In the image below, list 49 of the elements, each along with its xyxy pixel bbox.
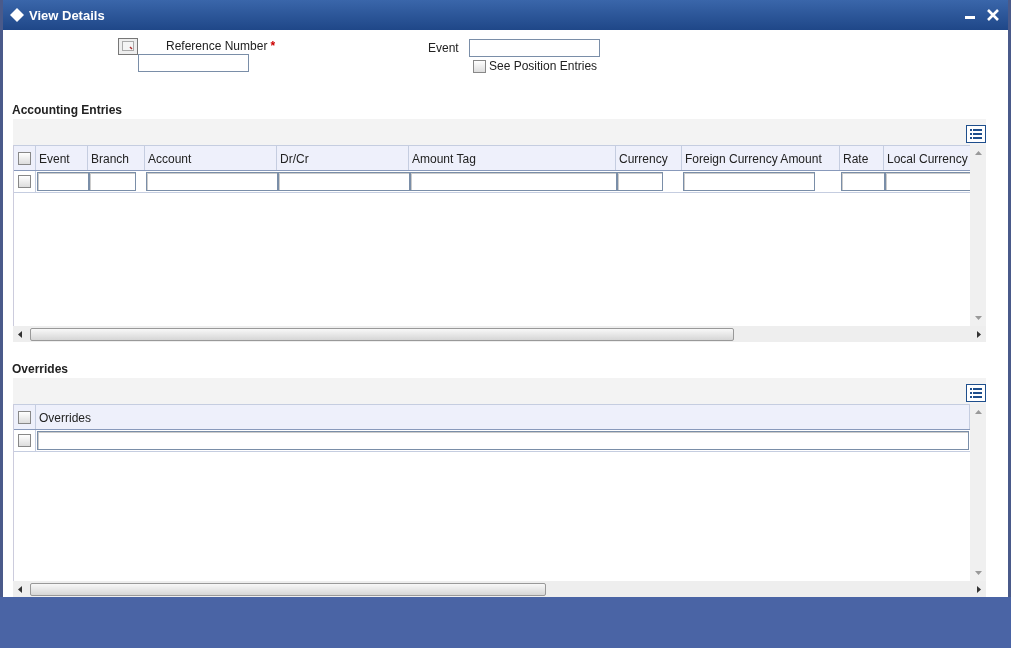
cell-input[interactable] (37, 172, 89, 191)
scroll-left-icon[interactable] (18, 330, 22, 338)
cell-input[interactable] (146, 172, 278, 191)
column-header[interactable]: Account (145, 146, 277, 170)
cell-input[interactable] (885, 172, 970, 191)
reference-number-field[interactable] (138, 54, 249, 72)
row-checkbox[interactable] (18, 175, 31, 188)
column-header[interactable]: Dr/Cr (277, 146, 409, 170)
list-view-icon[interactable] (966, 384, 986, 402)
checkbox[interactable] (473, 59, 486, 73)
horizontal-scrollbar[interactable] (13, 326, 986, 342)
cell-input[interactable] (278, 172, 410, 191)
cell-input[interactable] (617, 172, 663, 191)
cell-input[interactable] (89, 172, 136, 191)
scroll-down-icon[interactable] (974, 316, 982, 320)
row-checkbox[interactable] (18, 434, 31, 447)
section-title: Accounting Entries (12, 103, 123, 117)
cell-input[interactable] (683, 172, 815, 191)
column-header[interactable]: Branch (88, 146, 145, 170)
scroll-down-icon[interactable] (974, 571, 982, 575)
cell-input[interactable] (410, 172, 617, 191)
select-all-checkbox[interactable] (18, 410, 31, 424)
close-icon[interactable] (986, 8, 1000, 22)
scroll-up-icon[interactable] (974, 151, 982, 155)
event-field[interactable] (468, 39, 600, 57)
cell-input[interactable] (37, 431, 969, 450)
column-header[interactable]: Currency (616, 146, 682, 170)
vertical-scrollbar[interactable] (970, 145, 986, 326)
select-all-checkbox[interactable] (18, 151, 31, 165)
window-title: View Details (29, 7, 105, 23)
section-title: Overrides (12, 362, 70, 376)
cell-input[interactable] (841, 172, 885, 191)
field-label: Event (428, 41, 459, 55)
column-header[interactable]: Amount Tag (409, 146, 616, 170)
horizontal-scrollbar[interactable] (13, 581, 986, 597)
required-mark: * (270, 39, 276, 53)
list-view-icon[interactable] (966, 125, 986, 143)
column-header[interactable]: Event (36, 146, 88, 170)
column-header[interactable]: Foreign Currency Amount (682, 146, 840, 170)
diamond-icon (9, 7, 25, 23)
scroll-up-icon[interactable] (974, 410, 982, 414)
checkbox-label: See Position Entries (489, 59, 598, 73)
scroll-right-icon[interactable] (977, 585, 981, 593)
scroll-left-icon[interactable] (18, 585, 22, 593)
scroll-right-icon[interactable] (977, 330, 981, 338)
vertical-scrollbar[interactable] (970, 404, 986, 581)
column-header[interactable]: Rate (840, 146, 884, 170)
lookup-button[interactable] (118, 37, 138, 55)
field-label: Reference Number (166, 39, 268, 53)
